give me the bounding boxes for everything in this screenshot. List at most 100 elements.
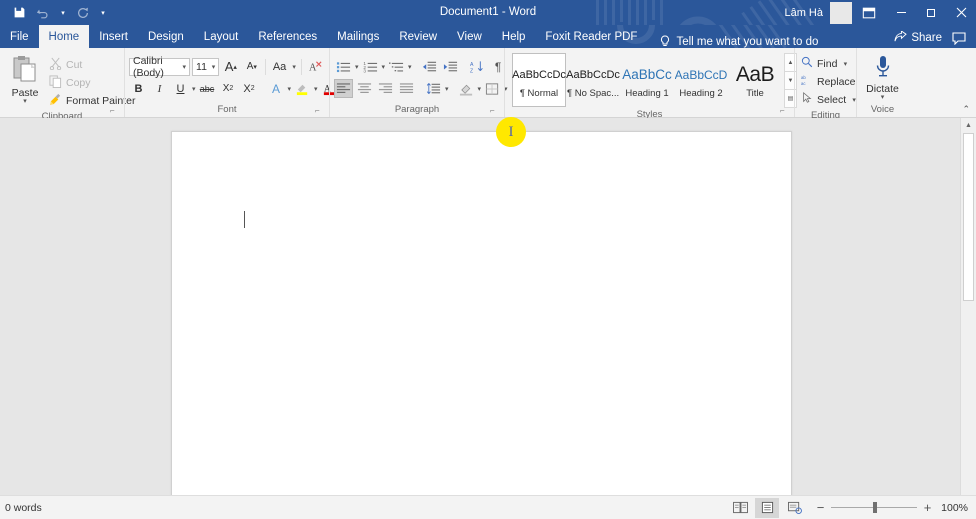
shading-icon[interactable] — [457, 79, 476, 98]
save-icon[interactable] — [8, 2, 30, 23]
tab-file[interactable]: File — [0, 25, 39, 48]
sort-icon[interactable]: AZ — [468, 57, 487, 76]
clipboard-dialog-launcher[interactable]: ⌐ — [110, 106, 120, 116]
italic-button[interactable]: I — [150, 79, 169, 98]
shrink-font-icon[interactable]: A▾ — [242, 57, 261, 76]
font-name-input[interactable]: Calibri (Body) ▾ — [129, 58, 190, 76]
bullets-dropdown-icon[interactable]: ▾ — [355, 63, 359, 71]
scrollbar-track[interactable] — [961, 132, 976, 495]
avatar[interactable] — [830, 2, 852, 24]
font-dialog-launcher[interactable]: ⌐ — [315, 106, 325, 116]
style-title-label: Title — [746, 88, 764, 99]
collapse-ribbon-icon[interactable]: ⌃ — [962, 104, 970, 115]
text-effects-dropdown-icon[interactable]: ▾ — [288, 85, 292, 93]
print-layout-button[interactable] — [755, 498, 779, 518]
find-button[interactable]: Find ▾ — [799, 55, 860, 72]
change-case-dropdown-icon[interactable]: ▾ — [291, 63, 297, 71]
dictate-dropdown-icon[interactable]: ▾ — [881, 95, 885, 101]
style-normal[interactable]: AaBbCcDc ¶ Normal — [512, 53, 566, 107]
lightbulb-icon — [659, 35, 671, 48]
svg-text:ab: ab — [801, 75, 806, 80]
style-no-spacing[interactable]: AaBbCcDc ¶ No Spac... — [566, 53, 620, 107]
comments-icon[interactable] — [948, 32, 970, 45]
zoom-in-button[interactable]: + — [922, 503, 933, 513]
restore-button[interactable] — [916, 0, 946, 25]
multilevel-list-dropdown-icon[interactable]: ▾ — [408, 63, 412, 71]
account-name[interactable]: Lâm Hà — [784, 7, 830, 19]
tell-me-search[interactable]: Tell me what you want to do — [647, 35, 818, 48]
font-name-dropdown-icon[interactable]: ▾ — [183, 63, 187, 71]
tab-mailings[interactable]: Mailings — [327, 25, 389, 48]
vertical-scrollbar[interactable]: ▲ ▲ — [960, 118, 976, 495]
text-highlight-dropdown-icon[interactable]: ▾ — [314, 85, 318, 93]
line-spacing-icon[interactable] — [424, 79, 443, 98]
ribbon-display-options-icon[interactable] — [852, 0, 886, 25]
tab-help[interactable]: Help — [492, 25, 536, 48]
tab-view[interactable]: View — [447, 25, 492, 48]
zoom-out-button[interactable]: − — [815, 503, 826, 513]
tab-insert[interactable]: Insert — [89, 25, 138, 48]
multilevel-list-icon[interactable] — [387, 57, 406, 76]
dictate-button[interactable]: Dictate ▾ — [861, 52, 904, 101]
web-layout-button[interactable] — [782, 498, 806, 518]
scroll-up-icon[interactable]: ▲ — [961, 118, 976, 132]
decrease-indent-icon[interactable] — [420, 57, 439, 76]
paste-dropdown-icon[interactable]: ▾ — [23, 99, 27, 104]
font-size-input[interactable]: 11 ▾ — [192, 58, 219, 76]
zoom-slider[interactable] — [831, 507, 917, 508]
shading-dropdown-icon[interactable]: ▾ — [478, 85, 482, 93]
borders-icon[interactable] — [483, 79, 502, 98]
style-heading-2[interactable]: AaBbCcD Heading 2 — [674, 53, 728, 107]
numbering-icon[interactable]: 123 — [361, 57, 380, 76]
align-right-button[interactable] — [376, 79, 395, 98]
text-effects-icon[interactable]: A — [267, 79, 286, 98]
replace-button[interactable]: abac Replace — [799, 73, 860, 90]
paragraph-row-2: ▾ ▾ ▾ — [334, 79, 500, 98]
redo-icon[interactable] — [72, 2, 94, 23]
share-button[interactable]: Share — [888, 28, 948, 48]
underline-button[interactable]: U — [171, 79, 190, 98]
numbering-dropdown-icon[interactable]: ▾ — [382, 63, 386, 71]
tab-design[interactable]: Design — [138, 25, 194, 48]
paste-button[interactable]: Paste ▾ — [4, 53, 46, 104]
tab-layout[interactable]: Layout — [194, 25, 249, 48]
grow-font-icon[interactable]: A▴ — [221, 57, 240, 76]
align-left-button[interactable] — [334, 79, 353, 98]
line-spacing-dropdown-icon[interactable]: ▾ — [445, 85, 449, 93]
text-highlight-color-icon[interactable] — [293, 79, 312, 98]
strikethrough-button[interactable]: abc — [198, 79, 217, 98]
increase-indent-icon[interactable] — [441, 57, 460, 76]
styles-dialog-launcher[interactable]: ⌐ — [780, 106, 790, 116]
underline-dropdown-icon[interactable]: ▾ — [192, 85, 196, 93]
bold-button[interactable]: B — [129, 79, 148, 98]
change-case-icon[interactable]: Aa — [270, 57, 289, 76]
close-button[interactable] — [946, 0, 976, 25]
tab-review[interactable]: Review — [389, 25, 447, 48]
undo-dropdown-icon[interactable]: ▾ — [56, 2, 70, 23]
align-center-button[interactable] — [355, 79, 374, 98]
select-button[interactable]: Select ▾ — [799, 91, 860, 108]
superscript-button[interactable]: X2 — [240, 79, 259, 98]
tab-foxit-reader-pdf[interactable]: Foxit Reader PDF — [535, 25, 647, 48]
clear-formatting-icon[interactable]: A — [306, 57, 325, 76]
tab-references[interactable]: References — [248, 25, 327, 48]
zoom-slider-thumb[interactable] — [873, 502, 877, 513]
scrollbar-thumb[interactable] — [963, 133, 974, 301]
font-size-dropdown-icon[interactable]: ▾ — [212, 63, 216, 71]
paragraph-dialog-launcher[interactable]: ⌐ — [490, 106, 500, 116]
zoom-level[interactable]: 100% — [938, 502, 968, 514]
style-title[interactable]: AaB Title — [728, 53, 782, 107]
style-heading-1[interactable]: AaBbCc Heading 1 — [620, 53, 674, 107]
find-dropdown-icon[interactable]: ▾ — [841, 60, 849, 68]
bullets-icon[interactable] — [334, 57, 353, 76]
justify-button[interactable] — [397, 79, 416, 98]
style-heading-1-label: Heading 1 — [625, 88, 668, 99]
customize-qat-icon[interactable]: ▾ — [96, 2, 110, 23]
word-count[interactable]: 0 words — [5, 502, 42, 514]
subscript-button[interactable]: X2 — [219, 79, 238, 98]
undo-icon[interactable] — [32, 2, 54, 23]
document-page[interactable] — [171, 131, 792, 495]
minimize-button[interactable] — [886, 0, 916, 25]
tab-home[interactable]: Home — [39, 25, 90, 48]
read-mode-button[interactable] — [728, 498, 752, 518]
